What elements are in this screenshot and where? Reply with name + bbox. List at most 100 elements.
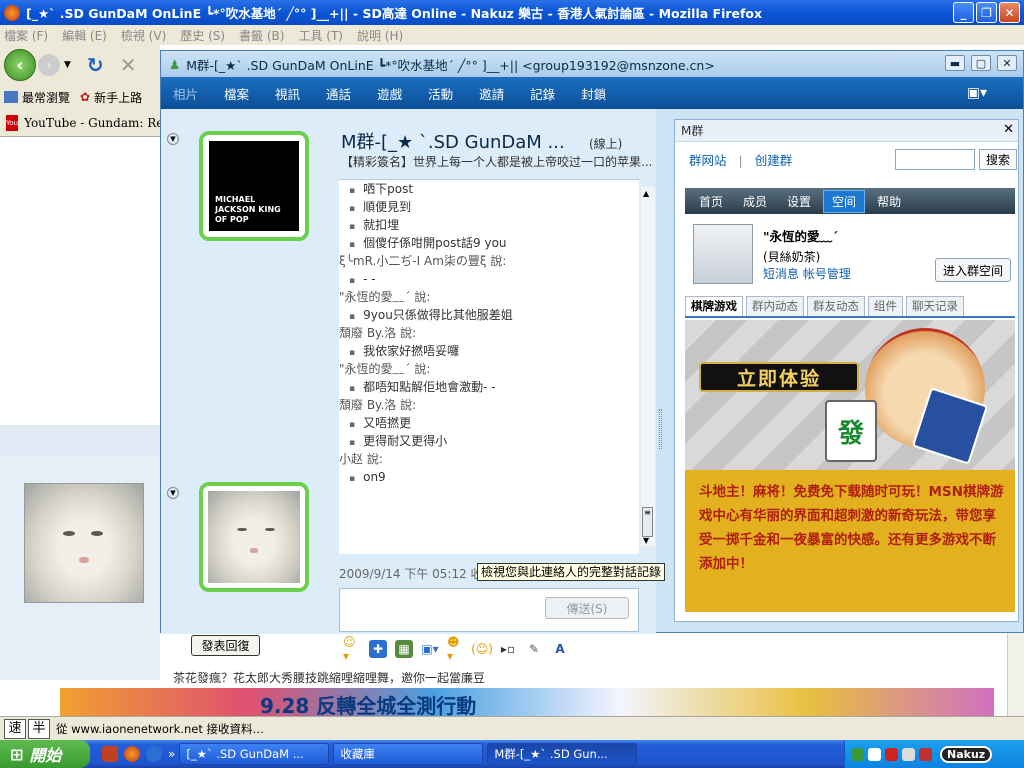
collapse-top-icon[interactable]: ▼ [167, 133, 179, 145]
task-favorites[interactable]: 收藏庫 [333, 743, 484, 765]
menu-edit[interactable]: 編輯 (E) [62, 27, 107, 44]
message-line: 哂下post [339, 180, 639, 198]
image-icon[interactable]: ▦ [395, 640, 413, 658]
message-scrollbar[interactable]: ▲ ≡ ▼ [641, 187, 655, 547]
history-dropdown-icon[interactable]: ▼ [64, 60, 71, 70]
toolbar-invite[interactable]: 邀請 [479, 84, 504, 103]
tray-msn-icon[interactable] [868, 747, 881, 761]
toolbar-video[interactable]: 視訊 [275, 84, 300, 103]
tab-chat-log[interactable]: 聊天记录 [906, 296, 964, 316]
group-search-button[interactable]: 搜索 [979, 149, 1017, 170]
create-group-link[interactable]: 创建群 [755, 153, 793, 168]
tray-security-icon[interactable] [919, 747, 932, 761]
back-icon[interactable]: ‹ [4, 49, 36, 81]
ad-title[interactable]: 立即体验 [699, 362, 859, 392]
task-firefox[interactable]: [_★ˋ .SD GunDaM ... [179, 743, 330, 765]
game-ad[interactable]: 立即体验 發 斗地主！麻将！免费免下载随时可玩！MSN棋牌游戏中心有华丽的界面和… [685, 320, 1015, 612]
toolbar-history[interactable]: 記錄 [530, 84, 555, 103]
stop-icon[interactable]: ✕ [120, 53, 137, 77]
msn-maximize-button[interactable]: ▢ [971, 55, 991, 71]
tab-components[interactable]: 组件 [868, 296, 903, 316]
nav-members[interactable]: 成员 [735, 191, 775, 212]
voice-clip-icon[interactable]: ▸▫ [499, 640, 517, 658]
ad-banner[interactable]: 9.28 反轉全城全測行動 [60, 688, 994, 716]
background-icon[interactable]: ▣▾ [421, 640, 439, 658]
nudge-icon[interactable]: (☺) [471, 640, 493, 658]
tab-youtube[interactable]: YouTube - Gundam: Reng [24, 116, 160, 130]
member-links[interactable]: 短消息 帐号管理 [763, 265, 851, 282]
toolbar-activities[interactable]: 活動 [428, 84, 453, 103]
ime-speed-toggle[interactable]: 速 [4, 718, 26, 739]
menu-file[interactable]: 檔案 (F) [4, 27, 48, 44]
ad-description: 斗地主！麻将！免费免下载随时可玩！MSN棋牌游戏中心有华丽的界面和超刺激的新奇玩… [699, 484, 1004, 572]
toolbar-call[interactable]: 通話 [326, 84, 351, 103]
menu-history[interactable]: 歷史 (S) [180, 27, 225, 44]
group-search-input[interactable] [895, 149, 975, 170]
menu-bookmarks[interactable]: 書籤 (B) [239, 27, 284, 44]
firefox-navbar: ‹ › ▼ ↻ ✕ [0, 45, 160, 85]
group-avatar[interactable]: MICHAEL JACKSON KING OF POP [199, 131, 309, 241]
window-title: [_★ˋ .SD GunDaM OnLinE ┗*°吹水基地ˊ ╱°° ]__+… [26, 6, 763, 21]
page-left-band [0, 425, 160, 455]
toolbar-block[interactable]: 封鎖 [581, 84, 606, 103]
tab-bar: You YouTube - Gundam: Reng [0, 109, 160, 137]
reload-icon[interactable]: ↻ [87, 53, 104, 77]
group-website-link[interactable]: 群网站 [689, 153, 727, 168]
tray-shield-icon[interactable] [885, 747, 898, 761]
nav-home[interactable]: 首页 [691, 191, 731, 212]
close-button[interactable]: ✕ [999, 2, 1020, 23]
menu-help[interactable]: 說明 (H) [357, 27, 403, 44]
tab-friend-news[interactable]: 群友动态 [807, 296, 865, 316]
handwriting-icon[interactable]: ✎ [525, 640, 543, 658]
msn-toolbar: 相片 檔案 視訊 通話 遊戲 活動 邀請 記錄 封鎖 ▣▾ [161, 77, 1023, 109]
nav-help[interactable]: 帮助 [869, 191, 909, 212]
reply-button[interactable]: 發表回復 [191, 635, 260, 656]
group-panel-header: M群 [675, 120, 1018, 142]
font-icon[interactable]: A [551, 640, 569, 658]
member-name: "永恆的愛﹏ˊ [763, 229, 839, 244]
nav-settings[interactable]: 设置 [779, 191, 819, 212]
quicklaunch-more-icon[interactable]: » [168, 747, 175, 761]
forward-icon[interactable]: › [38, 54, 60, 76]
group-panel: M群 ✕ 群网站 | 创建群 搜索 首页 成员 设置 空间 帮助 "永恆的愛﹏ˊ… [674, 119, 1019, 622]
scroll-down-icon[interactable]: ▼ [643, 536, 649, 545]
wink-icon[interactable]: ☻▾ [447, 635, 465, 663]
collapse-bottom-icon[interactable]: ▼ [167, 487, 179, 499]
minimize-button[interactable]: _ [953, 2, 974, 23]
tray-network-icon[interactable] [851, 747, 864, 761]
pane-splitter[interactable] [659, 409, 662, 449]
quicklaunch-icon[interactable] [102, 746, 118, 762]
enter-group-space-button[interactable]: 进入群空间 [935, 258, 1011, 282]
task-msn[interactable]: M群-[_★ˋ .SD Gun... [487, 743, 638, 765]
tray-brand[interactable]: Nakuz [940, 745, 993, 763]
menu-tools[interactable]: 工具 (T) [298, 27, 343, 44]
tab-group-news[interactable]: 群内动态 [746, 296, 804, 316]
ime-halfwidth-toggle[interactable]: 半 [28, 718, 50, 739]
scroll-thumb[interactable]: ≡ [642, 507, 653, 537]
my-avatar[interactable] [199, 482, 309, 592]
ad-text-line[interactable]: 茶花發瘋？花太郎大秀腰技跳縮哩縮哩舞，邀你一起當廉豆 [173, 669, 643, 686]
msn-close-button[interactable]: ✕ [997, 55, 1017, 71]
bookmark-getting-started[interactable]: 新手上路 [94, 89, 142, 106]
restore-button[interactable]: ❐ [976, 2, 997, 23]
scroll-up-icon[interactable]: ▲ [643, 189, 649, 198]
media-quicklaunch-icon[interactable] [146, 746, 162, 762]
add-icon[interactable]: ✚ [369, 640, 387, 658]
panel-close-icon[interactable]: ✕ [1003, 122, 1014, 137]
group-panel-title: M群 [681, 124, 704, 138]
emoticon-icon[interactable]: ☺▾ [343, 635, 361, 663]
tab-board-games[interactable]: 棋牌游戏 [685, 296, 743, 316]
menu-view[interactable]: 檢視 (V) [121, 27, 166, 44]
bookmark-most-visited[interactable]: 最常瀏覽 [22, 89, 70, 106]
toolbar-files[interactable]: 檔案 [224, 84, 249, 103]
send-button[interactable]: 傳送(S) [545, 597, 629, 619]
member-avatar-icon[interactable] [693, 224, 753, 284]
firefox-quicklaunch-icon[interactable] [124, 746, 140, 762]
tray-volume-icon[interactable] [902, 747, 915, 761]
toolbar-photos[interactable]: 相片 [173, 84, 198, 103]
toolbar-options-icon[interactable]: ▣▾ [967, 85, 987, 101]
msn-minimize-button[interactable]: ▬ [945, 55, 965, 71]
nav-space[interactable]: 空间 [823, 189, 866, 213]
start-button[interactable]: ⊞ 開始 [0, 740, 90, 768]
toolbar-games[interactable]: 遊戲 [377, 84, 402, 103]
